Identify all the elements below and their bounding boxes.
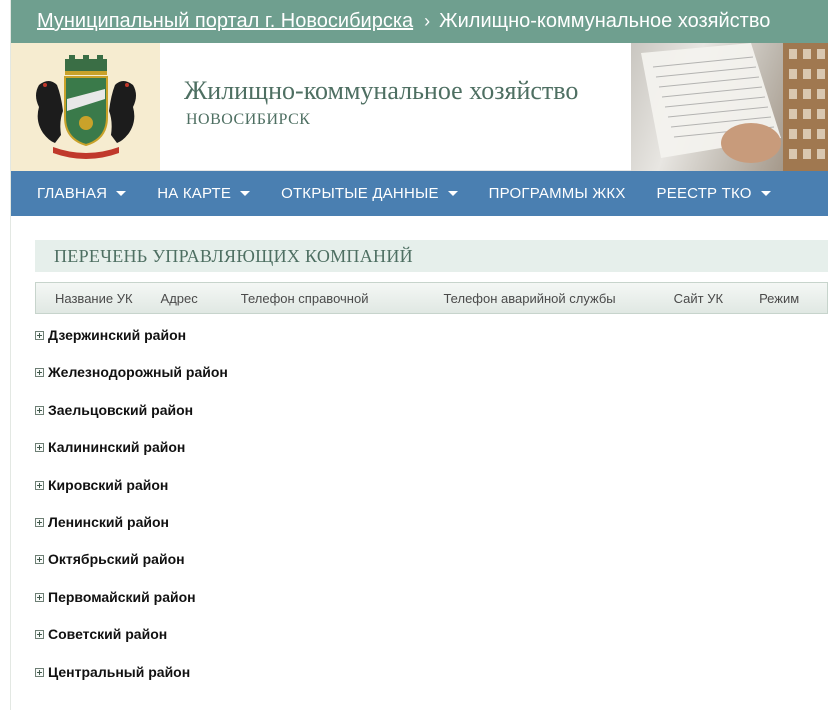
list-item[interactable]: Калининский район: [35, 439, 828, 476]
expand-icon[interactable]: [35, 667, 44, 677]
column-header-schedule[interactable]: Режим: [759, 291, 799, 306]
list-item[interactable]: Заельцовский район: [35, 402, 828, 439]
district-list: Дзержинский район Железнодорожный район …: [35, 327, 828, 701]
list-item[interactable]: Октябрьский район: [35, 551, 828, 588]
column-header-emergency-phone[interactable]: Телефон аварийной службы: [443, 291, 615, 306]
nav-item-programs[interactable]: ПРОГРАММЫ ЖКХ: [489, 185, 626, 202]
expand-icon[interactable]: [35, 630, 44, 640]
district-label: Первомайский район: [48, 588, 196, 605]
chevron-down-icon: [760, 191, 771, 196]
coat-of-arms-icon: [35, 55, 136, 159]
list-item[interactable]: Первомайский район: [35, 589, 828, 626]
expand-icon[interactable]: [35, 555, 44, 565]
nav-item-label: РЕЕСТР ТКО: [656, 185, 752, 202]
column-header-info-phone[interactable]: Телефон справочной: [241, 291, 369, 306]
breadcrumb-separator: ›: [424, 11, 431, 31]
expand-icon[interactable]: [35, 480, 44, 490]
district-label: Железнодорожный район: [48, 364, 228, 381]
main-content: ПЕРЕЧЕНЬ УПРАВЛЯЮЩИХ КОМПАНИЙ Название У…: [11, 216, 828, 710]
column-header-website[interactable]: Сайт УК: [674, 291, 723, 306]
district-label: Ленинский район: [48, 513, 169, 530]
chevron-down-icon: [116, 191, 127, 196]
logo[interactable]: [11, 43, 160, 171]
nav-item-open-data[interactable]: ОТКРЫТЫЕ ДАННЫЕ: [281, 185, 458, 202]
site-title: Жилищно-коммунальное хозяйство: [184, 76, 579, 105]
list-item[interactable]: Железнодорожный район: [35, 364, 828, 401]
nav-item-label: ГЛАВНАЯ: [37, 185, 108, 202]
list-item[interactable]: Советский район: [35, 626, 828, 663]
main-nav: ГЛАВНАЯ НА КАРТЕ ОТКРЫТЫЕ ДАННЫЕ ПРОГРАМ…: [11, 171, 828, 216]
column-header-address[interactable]: Адрес: [161, 291, 198, 306]
district-label: Кировский район: [48, 476, 169, 493]
list-item[interactable]: Ленинский район: [35, 514, 828, 551]
nav-item-home[interactable]: ГЛАВНАЯ: [37, 185, 127, 202]
nav-item-registry[interactable]: РЕЕСТР ТКО: [657, 185, 771, 202]
chevron-down-icon: [447, 191, 458, 196]
district-label: Калининский район: [48, 439, 186, 456]
expand-icon[interactable]: [35, 517, 44, 527]
site-subtitle: НОВОСИБИРСК: [186, 111, 311, 128]
table-header: Название УК Адрес Телефон справочной Тел…: [35, 282, 828, 314]
column-header-name[interactable]: Название УК: [55, 291, 133, 306]
expand-icon[interactable]: [35, 443, 44, 453]
list-item[interactable]: Дзержинский район: [35, 327, 828, 364]
nav-item-label: ОТКРЫТЫЕ ДАННЫЕ: [281, 185, 439, 202]
list-item[interactable]: Кировский район: [35, 477, 828, 514]
nav-item-map[interactable]: НА КАРТЕ: [157, 185, 251, 202]
utility-bill-photo: [631, 43, 828, 171]
chevron-down-icon: [240, 191, 251, 196]
district-label: Советский район: [48, 626, 168, 643]
site-header: Жилищно-коммунальное хозяйство НОВОСИБИР…: [11, 43, 828, 171]
expand-icon[interactable]: [35, 592, 44, 602]
list-item[interactable]: Центральный район: [35, 664, 828, 701]
breadcrumb-current: Жилищно-коммунальное хозяйство: [439, 10, 771, 32]
expand-icon[interactable]: [35, 331, 44, 340]
page-left-edge: [0, 0, 11, 710]
expand-icon[interactable]: [35, 368, 44, 378]
breadcrumb-portal-link[interactable]: Муниципальный портал г. Новосибирска: [37, 10, 413, 33]
expand-icon[interactable]: [35, 405, 44, 415]
district-label: Заельцовский район: [48, 401, 194, 418]
page-title: ПЕРЕЧЕНЬ УПРАВЛЯЮЩИХ КОМПАНИЙ: [35, 240, 828, 272]
nav-item-label: НА КАРТЕ: [157, 185, 232, 202]
district-label: Дзержинский район: [48, 327, 187, 343]
nav-item-label: ПРОГРАММЫ ЖКХ: [488, 185, 626, 202]
district-label: Центральный район: [48, 663, 191, 680]
district-label: Октябрьский район: [48, 551, 185, 568]
breadcrumb: Муниципальный портал г. Новосибирска › Ж…: [11, 0, 828, 43]
